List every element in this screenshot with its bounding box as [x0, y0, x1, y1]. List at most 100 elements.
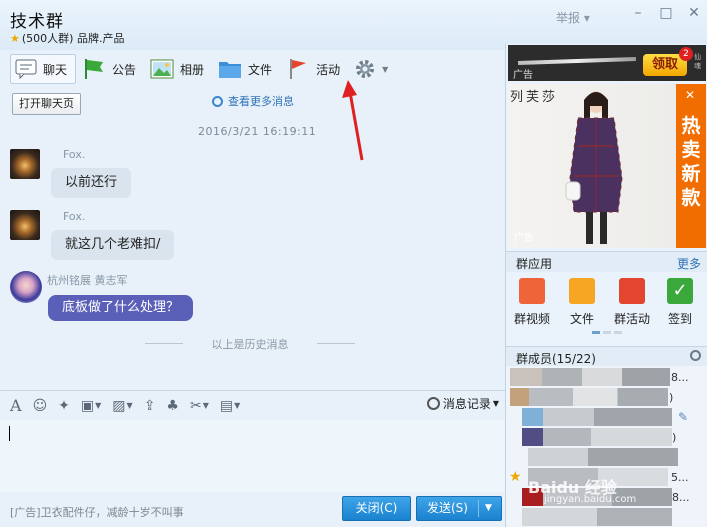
- avatar[interactable]: [10, 210, 40, 240]
- history-divider: 以上是历史消息: [145, 336, 355, 352]
- app-files[interactable]: 文件: [560, 278, 604, 327]
- activity-flag-icon: [290, 59, 307, 79]
- album-icon: [150, 59, 174, 79]
- members-title: 群成员(15/22): [516, 352, 596, 366]
- member-row[interactable]: ✎: [506, 408, 707, 428]
- message-sender: 杭州铭展 黄志军: [47, 274, 128, 287]
- checkmark-icon: ✓: [667, 278, 693, 304]
- font-icon[interactable]: A: [10, 395, 22, 417]
- tab-chat[interactable]: 聊天: [10, 54, 77, 84]
- member-name-fragment: 8...: [672, 491, 690, 504]
- app-label: 文件: [569, 312, 594, 326]
- message-history-button[interactable]: 消息记录 ▼: [426, 395, 499, 412]
- blurred-member: [528, 448, 678, 466]
- maximize-icon[interactable]: □: [659, 6, 673, 20]
- announcement-flag-icon: [85, 59, 104, 79]
- message-timestamp: 2016/3/21 16:19:11: [198, 125, 317, 138]
- gear-icon: [356, 60, 375, 78]
- upload-icon[interactable]: ⇪: [144, 395, 156, 417]
- member-row[interactable]: ): [506, 388, 707, 408]
- bottom-bar: [广告]卫衣配件仔，减龄十岁不叫事 关闭(C) 发送(S) ▼: [0, 492, 505, 527]
- tab-album-label: 相册: [180, 62, 205, 77]
- member-list[interactable]: 8... ) ✎ ) ★ 5... 8... Baidu 经验 jingyan.…: [506, 366, 707, 527]
- member-row[interactable]: ): [506, 428, 707, 448]
- group-apps-header: 群应用 更多: [506, 251, 707, 272]
- blurred-member: [510, 388, 668, 406]
- chevron-down-icon[interactable]: ▼: [485, 497, 492, 520]
- member-row[interactable]: [506, 448, 707, 468]
- minimize-icon[interactable]: –: [631, 6, 645, 20]
- search-icon[interactable]: [690, 350, 701, 361]
- sword-image: [517, 56, 637, 66]
- tab-activity[interactable]: 活动: [282, 54, 348, 84]
- member-name-fragment: ): [672, 431, 677, 444]
- apps-more-link[interactable]: 更多: [677, 255, 701, 272]
- ad-image[interactable]: 列芙莎 ✕ 热卖新款 广告: [508, 84, 706, 248]
- chat-message-area[interactable]: 打开聊天页 查看更多消息 2016/3/21 16:19:11 Fox. 以前还…: [0, 88, 505, 390]
- ad-link[interactable]: [广告]卫衣配件仔，减龄十岁不叫事: [10, 504, 184, 520]
- close-icon[interactable]: ✕: [687, 6, 701, 20]
- folder-icon: [569, 278, 595, 304]
- window-controls: – □ ✕: [631, 6, 701, 20]
- chevron-down-icon: ▼: [382, 64, 389, 74]
- annotation-arrow: [342, 80, 364, 161]
- blurred-member: [522, 408, 672, 426]
- report-button[interactable]: 举报 ▾: [556, 9, 590, 26]
- chat-icon: [15, 59, 37, 79]
- ad-brand: 列芙莎: [510, 90, 559, 105]
- star-icon: ★: [10, 32, 20, 45]
- voice-message-icon[interactable]: ▤ ▼: [220, 395, 240, 417]
- text-caret: [9, 426, 10, 441]
- magic-wand-icon[interactable]: ✦: [58, 395, 70, 417]
- blurred-member: [522, 508, 672, 526]
- tab-files[interactable]: 文件: [214, 54, 280, 84]
- avatar[interactable]: [10, 271, 42, 303]
- model-image: [565, 91, 623, 244]
- member-row[interactable]: 8...: [506, 368, 707, 388]
- member-name-fragment: 8...: [671, 371, 689, 384]
- toolbar-tabs: 聊天 公告 相册 文件 活动 ▼: [0, 50, 505, 88]
- tab-announcement[interactable]: 公告: [78, 54, 144, 84]
- pager-dot[interactable]: [603, 331, 611, 334]
- image-icon[interactable]: ▨ ▼: [112, 395, 132, 417]
- tab-album[interactable]: 相册: [146, 54, 212, 84]
- title-bar: 技术群 ★ (500人群) 品牌.产品 举报 ▾ – □ ✕: [0, 0, 707, 50]
- shake-icon[interactable]: ♣: [166, 395, 179, 417]
- tab-chat-label: 聊天: [43, 62, 68, 77]
- clock-icon: [426, 397, 440, 410]
- message-input[interactable]: [0, 420, 505, 492]
- send-button[interactable]: 发送(S) ▼: [416, 496, 502, 521]
- star-icon: ★: [509, 469, 522, 485]
- more-messages-link[interactable]: 查看更多消息: [212, 93, 294, 109]
- pager-dot[interactable]: [614, 331, 622, 334]
- scissors-icon[interactable]: ✂ ▼: [190, 395, 209, 417]
- app-label: 签到: [667, 312, 692, 326]
- message-bubble: 以前还行: [51, 168, 132, 198]
- avatar[interactable]: [10, 149, 40, 179]
- open-chat-page-button[interactable]: 打开聊天页: [12, 93, 81, 115]
- app-check-in[interactable]: ✓ 签到: [658, 278, 702, 327]
- group-subtitle: ★ (500人群) 品牌.产品: [10, 30, 124, 46]
- app-group-video[interactable]: 群视频: [510, 278, 554, 327]
- report-label: 举报: [556, 11, 581, 25]
- gift-icon[interactable]: ▣ ▼: [81, 395, 101, 417]
- edit-icon[interactable]: ✎: [678, 410, 688, 424]
- group-title: 技术群: [10, 12, 64, 32]
- send-label: 发送(S): [427, 501, 468, 515]
- trophy-icon: [619, 278, 645, 304]
- ad-slogan: 热卖新款: [681, 115, 701, 209]
- ad-banner[interactable]: 广告 领取 2 仙魂: [508, 45, 706, 81]
- pager-dot[interactable]: [592, 331, 600, 334]
- blurred-member: [522, 428, 672, 446]
- group-tags: 品牌.产品: [76, 32, 125, 45]
- divider: [478, 500, 479, 517]
- member-row[interactable]: [506, 508, 707, 527]
- ad-label: 广告: [513, 70, 533, 81]
- app-group-activity[interactable]: 群活动: [610, 278, 654, 327]
- watermark-url: jingyan.baidu.com: [544, 494, 637, 505]
- message-sender: Fox.: [63, 148, 86, 161]
- close-icon[interactable]: ✕: [685, 88, 695, 102]
- folder-icon: [219, 62, 242, 78]
- emoji-icon[interactable]: ☺: [33, 395, 48, 417]
- close-button[interactable]: 关闭(C): [342, 496, 411, 521]
